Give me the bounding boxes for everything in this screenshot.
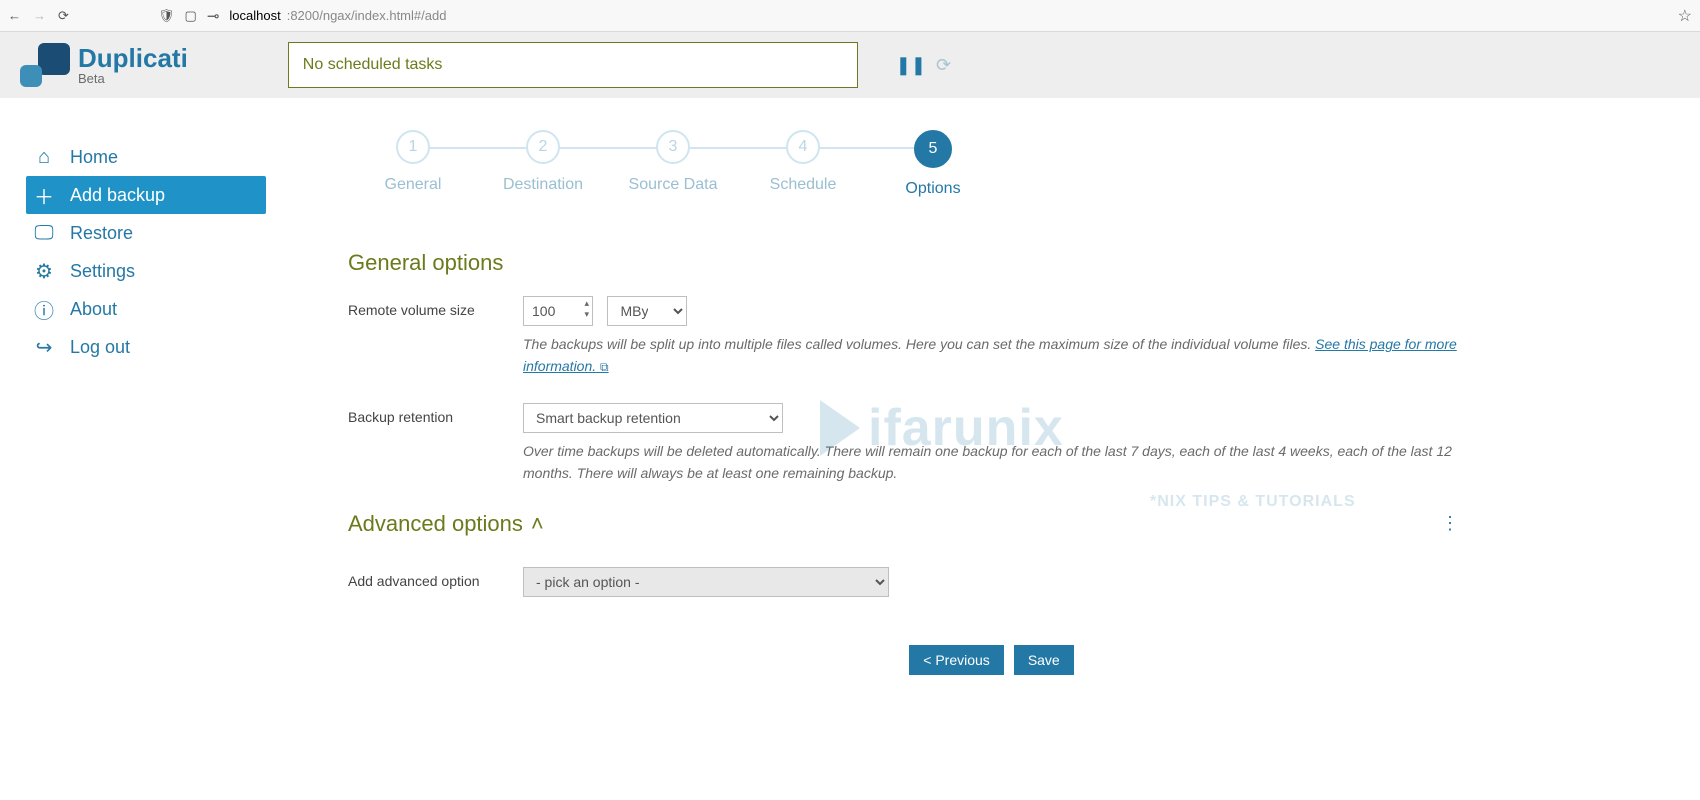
retention-help: Over time backups will be deleted automa… [523, 441, 1460, 484]
sidebar: ⌂ Home ＋ Add backup 🖵 Restore ⚙ Settings… [0, 98, 300, 715]
key-icon[interactable]: ⊸ [207, 7, 220, 25]
app-header: Duplicati Beta No scheduled tasks ❚❚ ⟳ [0, 32, 1700, 98]
page-icon: ▢ [185, 8, 197, 24]
url-host: localhost [229, 8, 280, 23]
volume-size-label: Remote volume size [348, 296, 523, 326]
sidebar-item-home[interactable]: ⌂ Home [26, 138, 300, 176]
forward-icon[interactable]: → [33, 8, 46, 23]
url-path: :8200/ngax/index.html#/add [287, 8, 447, 23]
step-general[interactable]: 1 General [348, 130, 478, 194]
save-button[interactable]: Save [1014, 645, 1074, 675]
app-name: Duplicati [78, 45, 188, 72]
sidebar-item-label: Log out [70, 337, 130, 358]
info-icon: ⓘ [32, 295, 56, 324]
sidebar-item-label: Add backup [70, 185, 165, 206]
wizard-stepper: 1 General 2 Destination 3 Source Data 4 … [348, 130, 1460, 198]
sidebar-item-settings[interactable]: ⚙ Settings [26, 252, 300, 290]
retention-select[interactable]: Smart backup retention [523, 403, 783, 433]
section-title-general: General options [348, 250, 1460, 276]
logo-icon [20, 43, 70, 87]
home-icon: ⌂ [32, 146, 56, 169]
step-destination[interactable]: 2 Destination [478, 130, 608, 194]
volume-size-help: The backups will be split up into multip… [523, 334, 1460, 377]
sidebar-item-add-backup[interactable]: ＋ Add backup [26, 176, 266, 214]
shield-icon[interactable]: 🛡 [158, 8, 175, 24]
spinner-icon[interactable]: ▴▾ [584, 298, 589, 320]
browser-toolbar: ← → ⟳ 🛡 ▢ ⊸ localhost :8200/ngax/index.ht… [0, 0, 1700, 32]
logout-icon: ↪ [32, 335, 56, 360]
retention-label: Backup retention [348, 403, 523, 433]
chevron-up-icon: ˄ [531, 511, 544, 537]
previous-button[interactable]: < Previous [909, 645, 1004, 675]
volume-size-input[interactable] [523, 296, 593, 326]
wizard-buttons: < Previous Save [523, 645, 1460, 675]
reload-icon[interactable]: ⟳ [58, 8, 69, 24]
plus-icon: ＋ [32, 181, 56, 210]
step-schedule[interactable]: 4 Schedule [738, 130, 868, 194]
sidebar-item-label: About [70, 299, 117, 320]
pause-icon[interactable]: ❚❚ [896, 55, 926, 76]
status-message: No scheduled tasks [288, 42, 858, 88]
address-bar[interactable]: localhost :8200/ngax/index.html#/add [229, 8, 1667, 23]
step-source-data[interactable]: 3 Source Data [608, 130, 738, 194]
app-logo[interactable]: Duplicati Beta [20, 43, 188, 87]
sidebar-item-label: Home [70, 147, 118, 168]
add-advanced-label: Add advanced option [348, 567, 523, 597]
step-options[interactable]: 5 Options [868, 130, 998, 198]
sidebar-item-label: Restore [70, 223, 133, 244]
advanced-menu-kebab-icon[interactable]: ⋮ [1441, 513, 1460, 534]
throttle-icon[interactable]: ⟳ [936, 55, 951, 76]
sidebar-item-logout[interactable]: ↪ Log out [26, 328, 300, 366]
add-advanced-select[interactable]: - pick an option - [523, 567, 889, 597]
external-link-icon: ⧉ [600, 360, 609, 374]
bookmark-star-icon[interactable]: ☆ [1678, 6, 1692, 26]
gear-icon: ⚙ [32, 259, 56, 284]
volume-size-unit-select[interactable]: MByte [607, 296, 687, 326]
sidebar-item-about[interactable]: ⓘ About [26, 290, 300, 328]
sidebar-item-restore[interactable]: 🖵 Restore [26, 214, 300, 252]
back-icon[interactable]: ← [8, 8, 21, 23]
restore-icon: 🖵 [32, 222, 56, 245]
watermark-subtitle: *NIX TIPS & TUTORIALS [1150, 493, 1356, 511]
sidebar-item-label: Settings [70, 261, 135, 282]
app-tag: Beta [78, 72, 188, 86]
section-title-advanced[interactable]: Advanced options ˄ [348, 511, 544, 537]
